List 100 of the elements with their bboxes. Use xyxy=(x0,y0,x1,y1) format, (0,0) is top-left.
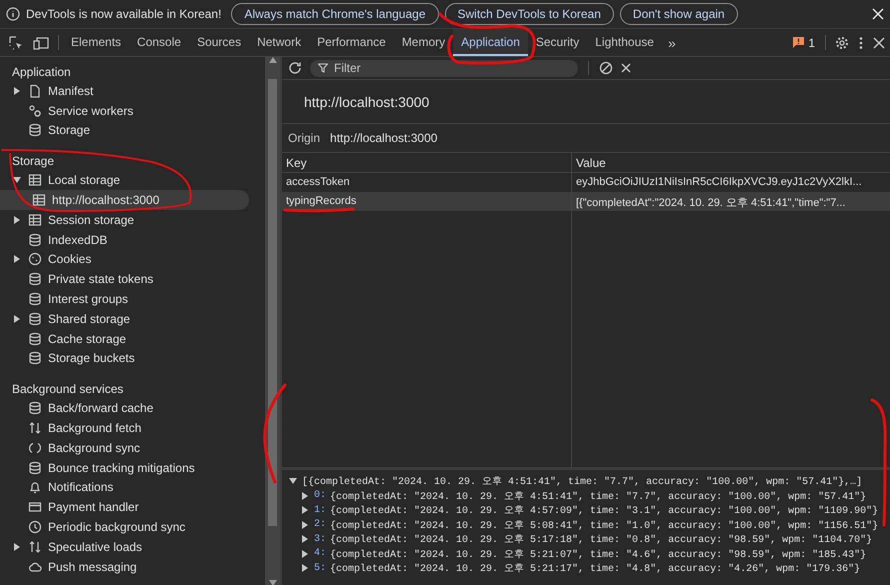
info-icon xyxy=(6,7,20,21)
database-icon xyxy=(28,123,42,138)
infobar-message: DevTools is now available in Korean! xyxy=(26,7,222,21)
database-icon xyxy=(28,401,42,416)
sidebar-section-title: Application xyxy=(11,64,72,81)
more-tabs-button[interactable]: » xyxy=(662,29,682,56)
cookie-icon xyxy=(28,252,42,266)
close-icon[interactable] xyxy=(872,8,884,20)
sidebar-item[interactable]: Shared storage xyxy=(0,308,249,329)
panel-tab[interactable]: Memory xyxy=(394,29,454,56)
infobar-button[interactable]: Don't show again xyxy=(620,3,738,25)
infobar-button[interactable]: Always match Chrome's language xyxy=(231,3,438,25)
scrollbar[interactable] xyxy=(265,57,280,585)
scroll-down-icon[interactable] xyxy=(268,580,276,585)
panel-tab[interactable]: Sources xyxy=(189,29,250,56)
card-icon xyxy=(28,500,42,514)
sidebar-item[interactable]: Push messaging xyxy=(0,556,249,577)
panel-tab[interactable]: Console xyxy=(129,29,190,56)
database-icon xyxy=(28,292,42,306)
sidebar-section-title: Background services xyxy=(11,381,124,398)
sidebar-item[interactable]: Periodic background sync xyxy=(0,517,249,537)
sidebar-item[interactable]: Interest groups xyxy=(0,289,249,309)
key-cell[interactable]: typingRecords xyxy=(282,192,572,211)
refresh-icon[interactable] xyxy=(288,61,302,75)
origin-title: http://localhost:3000 xyxy=(304,94,430,110)
sidebar-item[interactable]: Storage buckets xyxy=(0,348,249,368)
sidebar-section-title: Storage xyxy=(11,153,56,170)
table-icon xyxy=(28,212,42,227)
object-preview: {completedAt: "2024. 10. 29. 오후 5:21:07", time: "4.6", accuracy: "98.59", wpm: "185.43"} xyxy=(330,548,866,561)
settings-icon[interactable] xyxy=(835,36,849,50)
panel-tab[interactable]: Application xyxy=(453,29,528,56)
sidebar-item[interactable]: Manifest xyxy=(0,81,249,101)
database-icon xyxy=(28,351,42,366)
sidebar-item[interactable]: Background fetch xyxy=(0,418,249,438)
panel-tab[interactable]: Lighthouse xyxy=(587,29,662,56)
infobar-button[interactable]: Switch DevTools to Korean xyxy=(444,3,614,25)
table-icon xyxy=(28,173,42,188)
panel-tab[interactable]: Elements xyxy=(63,29,130,56)
value-cell[interactable]: [{"completedAt":"2024. 10. 29. 오후 4:51:41","time":"7... xyxy=(572,192,890,211)
sidebar-item[interactable]: Bounce tracking mitigations xyxy=(0,458,249,478)
filter-input[interactable]: Filter xyxy=(334,61,554,75)
sidebar-item[interactable]: Session storage xyxy=(0,210,249,230)
database-icon xyxy=(28,312,42,326)
sidebar-item[interactable]: Private state tokens xyxy=(0,269,249,290)
expanded-arrow-icon[interactable] xyxy=(13,176,21,184)
collapsed-arrow-icon[interactable] xyxy=(13,216,21,224)
sidebar-item[interactable]: Storage xyxy=(0,120,249,140)
clear-all-icon[interactable] xyxy=(599,61,613,75)
value-cell[interactable]: eyJhbGciOiJIUzI1NiIsInR5cCI6IkpXVCJ9.eyJ1c2VyX2lkI... xyxy=(572,173,890,192)
panel-tab[interactable]: Network xyxy=(249,29,310,56)
file-icon xyxy=(28,84,42,98)
sidebar-item[interactable]: Notifications xyxy=(0,478,249,498)
device-toolbar-icon[interactable] xyxy=(33,36,49,50)
sidebar-item[interactable]: Payment handler xyxy=(0,497,249,518)
collapsed-arrow-icon[interactable] xyxy=(13,542,21,551)
array-index: 3: xyxy=(314,534,326,545)
panel-tab[interactable]: Performance xyxy=(309,29,394,56)
column-header[interactable]: Key xyxy=(282,153,572,173)
sidebar-item[interactable]: Cache storage xyxy=(0,328,249,349)
sidebar-item[interactable]: Cookies xyxy=(0,250,249,270)
sidebar-item[interactable]: Speculative loads xyxy=(0,536,249,557)
expanded-arrow-icon[interactable] xyxy=(289,477,297,486)
array-index: 0: xyxy=(314,490,326,502)
sidebar-item[interactable]: Service workers xyxy=(0,100,249,121)
sidebar-item[interactable]: Back/forward cache xyxy=(0,398,249,418)
sidebar-item[interactable]: Background sync xyxy=(0,438,249,458)
database-icon xyxy=(28,460,42,475)
collapsed-arrow-icon[interactable] xyxy=(13,255,21,264)
inspect-icon[interactable] xyxy=(9,36,23,50)
issue-flag-icon xyxy=(793,37,804,48)
origin-label: Origin xyxy=(288,131,320,145)
array-index: 2: xyxy=(314,519,326,530)
updown-icon xyxy=(28,421,42,436)
sidebar-item[interactable]: http://localhost:3000 xyxy=(0,190,249,210)
object-preview: {completedAt: "2024. 10. 29. 오후 5:21:17", time: "4.8", accuracy: "4.26", wpm: "179.36"} xyxy=(330,562,860,576)
array-preview: [{completedAt: "2024. 10. 29. 오후 4:51:41", time: "7.7", accuracy: "100.00", wpm: "57.41"},…] xyxy=(302,476,862,488)
table-icon xyxy=(32,193,46,208)
delete-icon[interactable] xyxy=(621,63,631,73)
more-options-icon[interactable] xyxy=(859,36,863,50)
array-index: 1: xyxy=(314,504,326,516)
updown-icon xyxy=(28,540,42,554)
sidebar-item[interactable]: Local storage xyxy=(0,170,249,190)
origin-value: http://localhost:3000 xyxy=(330,131,438,145)
panel-tab[interactable]: Security xyxy=(528,29,588,56)
array-index: 5: xyxy=(314,562,326,574)
object-preview: {completedAt: "2024. 10. 29. 오후 4:51:41", time: "7.7", accuracy: "100.00", wpm: "57.41"} xyxy=(330,490,866,503)
collapsed-arrow-icon[interactable] xyxy=(13,314,21,323)
collapsed-arrow-icon[interactable] xyxy=(13,86,21,95)
sync-icon xyxy=(28,440,42,455)
sidebar-item[interactable]: IndexedDB xyxy=(0,230,249,250)
issues-button[interactable]: 1 xyxy=(787,29,821,56)
database-icon xyxy=(28,232,42,247)
object-preview: {completedAt: "2024. 10. 29. 오후 4:57:09", time: "3.1", accuracy: "100.00", wpm: "1109.90"} xyxy=(330,504,878,518)
array-index: 4: xyxy=(314,548,326,560)
filter-field[interactable]: Filter xyxy=(310,60,578,76)
database-icon xyxy=(28,272,42,286)
clock-icon xyxy=(28,520,42,534)
object-preview: {completedAt: "2024. 10. 29. 오후 5:08:41", time: "1.0", accuracy: "100.00", wpm: "1156.51"} xyxy=(330,520,878,532)
close-icon[interactable] xyxy=(873,36,885,48)
bell-icon xyxy=(28,480,42,494)
